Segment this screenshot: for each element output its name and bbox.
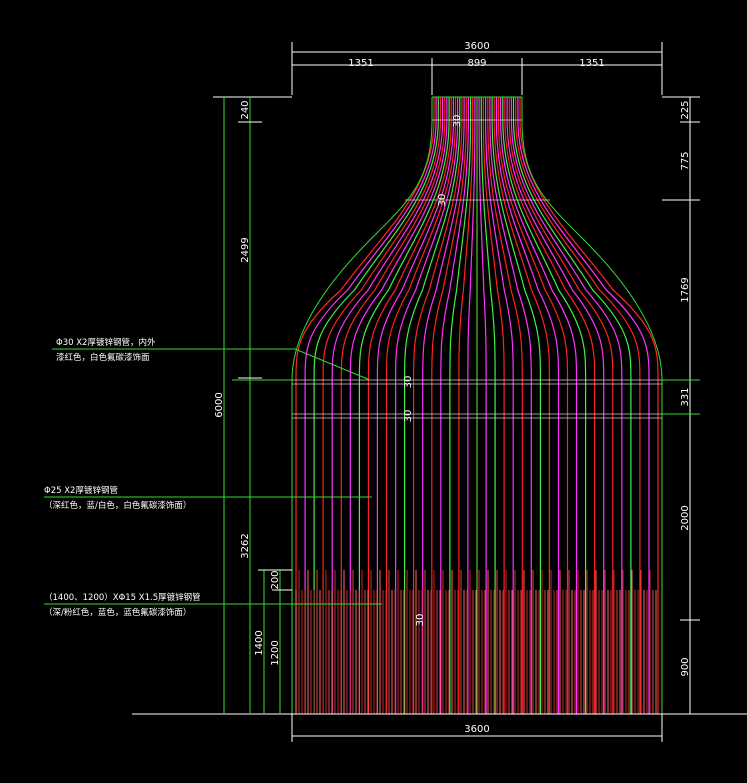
dim-bottom-total: 3600 (464, 724, 489, 735)
dim-right-c: 1769 (680, 277, 691, 302)
dim-top-left: 1351 (348, 58, 373, 69)
spacing-label-4: 30 (403, 410, 414, 423)
short-tube-group (295, 570, 657, 714)
spacing-label-2: 30 (437, 194, 448, 207)
spacing-label-5: 30 (415, 614, 426, 627)
dim-left-e: 1400 (254, 630, 265, 655)
dim-right-d: 331 (680, 387, 691, 406)
dim-right-e: 2000 (680, 505, 691, 530)
dim-left-c: 3262 (240, 533, 251, 558)
dim-top-right: 1351 (579, 58, 604, 69)
note-2-line-1: Φ25 X2厚镀锌钢管 (44, 485, 118, 496)
dim-top-mid: 899 (467, 58, 486, 69)
cad-drawing-canvas: 3600 1351 899 1351 3600 6000 240 2499 32… (0, 0, 747, 783)
dim-top-total: 3600 (464, 41, 489, 52)
note-2-line-2: （深红色，蓝/白色，白色氟碳漆饰面） (44, 500, 191, 511)
dim-left-a: 240 (240, 100, 251, 119)
spacing-label-1: 30 (452, 115, 463, 128)
dim-left-b: 2499 (240, 237, 251, 262)
dim-right-a: 225 (680, 100, 691, 119)
dim-left-total: 6000 (214, 392, 225, 417)
spacing-label-3: 30 (403, 376, 414, 389)
note-1-line-2: 漆红色，白色氟碳漆饰面 (56, 352, 150, 363)
note-3-line-2: （深/粉红色，蓝色，蓝色氟碳漆饰面） (44, 607, 191, 618)
note-3-line-1: （1400、1200）XΦ15 X1.5厚镀锌钢管 (44, 592, 201, 603)
dim-right-b: 775 (680, 151, 691, 170)
dim-right-f: 900 (680, 657, 691, 676)
dim-left-f: 1200 (270, 640, 281, 665)
dim-left-d: 200 (270, 570, 281, 589)
note-1-line-1: Φ30 X2厚镀锌钢管，内外 (56, 337, 156, 348)
